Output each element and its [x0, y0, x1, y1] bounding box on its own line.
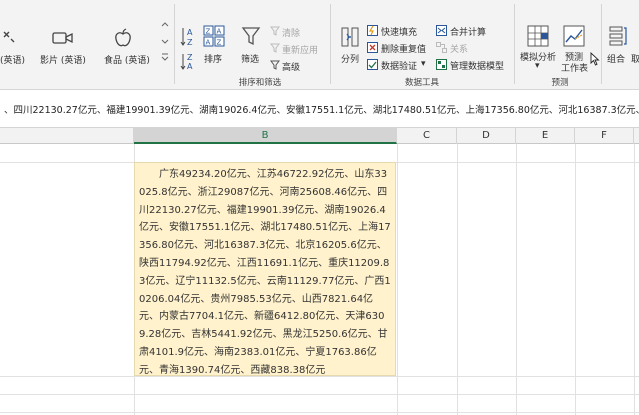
data-validation-label[interactable]: 数据验证: [381, 59, 417, 72]
worksheet-grid[interactable]: B C D E F 广东49234.20亿元、江苏46722.92亿元、山东33…: [0, 128, 639, 415]
group-rows-icon[interactable]: [608, 25, 628, 47]
gridline: [397, 144, 398, 415]
manage-data-model-label[interactable]: 管理数据模型: [450, 59, 504, 72]
mouse-cursor-icon: [590, 52, 600, 66]
gridline: [0, 412, 639, 413]
column-header-b[interactable]: B: [134, 128, 397, 144]
svg-text:Z: Z: [187, 53, 193, 62]
forecast-group-label: 预测: [551, 78, 569, 88]
column-header-d[interactable]: D: [457, 128, 516, 144]
forecast-sheet-label-line2[interactable]: 工作表: [561, 61, 588, 74]
data-validation-dropdown-icon[interactable]: ▾: [421, 59, 426, 69]
cell-b-content[interactable]: 广东49234.20亿元、江苏46722.92亿元、山东33025.8亿元、浙江…: [134, 162, 396, 376]
svg-text:A: A: [187, 62, 193, 71]
column-header-a[interactable]: [0, 128, 134, 144]
relationships-label: 关系: [450, 45, 469, 55]
ribbon-separator: [174, 4, 175, 84]
apple-icon[interactable]: [114, 28, 132, 48]
reapply-icon: [270, 43, 280, 53]
sort-dialog-icon[interactable]: Z A A Z: [203, 25, 225, 47]
data-type-movie-label[interactable]: 影片 (英语): [40, 53, 86, 66]
advanced-label[interactable]: 高级: [282, 60, 300, 73]
filter-funnel-icon[interactable]: [241, 25, 261, 47]
gridline: [457, 144, 458, 415]
ribbon-separator: [330, 4, 331, 84]
relationships-icon: [436, 42, 447, 53]
clear-label: 清除: [282, 29, 301, 39]
sort-za-icon[interactable]: Z A: [180, 52, 196, 72]
forecast-sheet-icon[interactable]: [563, 25, 585, 47]
data-tools-group-label: 数据工具: [404, 78, 439, 88]
svg-text:Z: Z: [206, 28, 211, 36]
sort-label[interactable]: 排序: [204, 52, 222, 65]
text-to-columns-icon[interactable]: [340, 26, 360, 48]
column-header-e[interactable]: E: [516, 128, 575, 144]
sort-az-icon[interactable]: A Z: [180, 26, 196, 48]
data-type-first-label[interactable]: (英语): [0, 53, 25, 66]
what-if-analysis-icon[interactable]: [527, 25, 549, 47]
column-header-c[interactable]: C: [397, 128, 457, 144]
gridline: [634, 144, 635, 415]
consolidate-icon[interactable]: [436, 25, 447, 36]
data-type-food-label[interactable]: 食品 (英语): [104, 53, 150, 66]
consolidate-label[interactable]: 合并计算: [450, 25, 486, 38]
gallery-scroll-icon[interactable]: [160, 18, 170, 64]
gridline: [575, 144, 576, 415]
svg-text:Z: Z: [217, 39, 222, 47]
advanced-filter-icon[interactable]: [270, 60, 280, 70]
column-header-row: B C D E F: [0, 128, 639, 144]
data-validation-icon[interactable]: [367, 59, 378, 70]
clear-filter-icon: [270, 26, 280, 36]
filter-label[interactable]: 筛选: [241, 52, 259, 65]
svg-text:A: A: [217, 28, 222, 36]
svg-text:A: A: [206, 39, 211, 47]
flash-fill-label[interactable]: 快速填充: [381, 25, 417, 38]
group-label[interactable]: 组合: [607, 52, 625, 65]
gridline: [0, 394, 639, 395]
what-if-dropdown-icon[interactable]: ▾: [535, 61, 540, 71]
ribbon-separator: [601, 4, 602, 84]
formula-bar-content[interactable]: 、四川22130.27亿元、福建19901.39亿元、湖南19026.4亿元、安…: [4, 102, 639, 116]
sort-filter-group-label: 排序和筛选: [238, 78, 282, 88]
svg-text:Z: Z: [187, 38, 193, 47]
cell-b-text: 广东49234.20亿元、江苏46722.92亿元、山东33025.8亿元、浙江…: [139, 169, 391, 376]
split-label[interactable]: 分列: [341, 52, 359, 65]
svg-text:A: A: [187, 28, 193, 37]
column-header-f[interactable]: F: [575, 128, 634, 144]
ungroup-label[interactable]: 取: [631, 52, 639, 65]
stocks-icon[interactable]: [2, 30, 16, 44]
ribbon: (英语) 影片 (英语) 食品 (英语) A Z Z A Z A A Z 排序: [0, 0, 639, 90]
flash-fill-icon[interactable]: [367, 25, 378, 36]
gridline: [516, 144, 517, 415]
remove-duplicates-label[interactable]: 删除重复值: [381, 42, 426, 55]
formula-bar[interactable]: 、四川22130.27亿元、福建19901.39亿元、湖南19026.4亿元、安…: [0, 90, 639, 128]
reapply-label: 重新应用: [282, 46, 319, 56]
ribbon-separator: [514, 4, 515, 84]
movie-camera-icon[interactable]: [52, 30, 74, 46]
manage-data-model-icon[interactable]: [436, 59, 447, 70]
remove-duplicates-icon[interactable]: [367, 42, 378, 53]
